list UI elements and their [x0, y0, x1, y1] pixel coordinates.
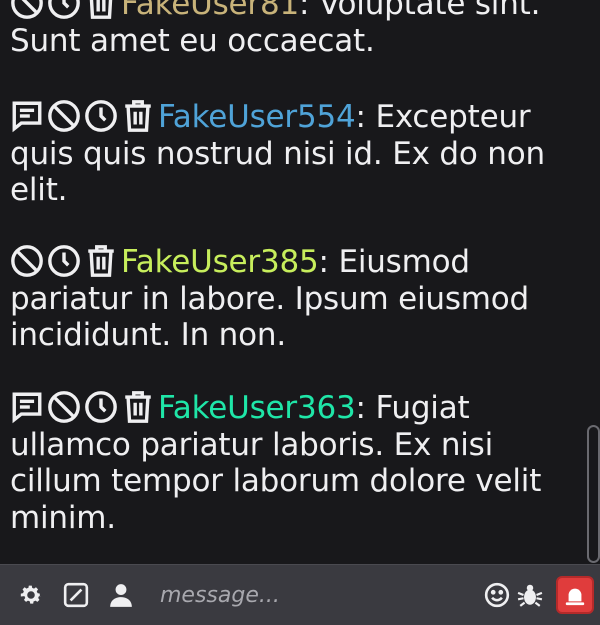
timeout-icon[interactable]: [47, 0, 81, 20]
delete-icon[interactable]: [84, 0, 118, 20]
chat-username[interactable]: FakeUser385: [121, 244, 319, 280]
timeout-icon[interactable]: [47, 244, 81, 278]
alert-button[interactable]: [556, 576, 594, 614]
scrollbar[interactable]: [587, 425, 600, 563]
chat-input-bar: [0, 564, 600, 625]
ban-icon[interactable]: [47, 99, 81, 133]
settings-icon[interactable]: [18, 582, 44, 608]
reply-icon[interactable]: [10, 390, 44, 424]
chat-username[interactable]: FakeUser363: [158, 390, 356, 426]
alert-icon: [565, 588, 585, 606]
chat-message: FakeUser363: Fugiat ullamco pariatur lab…: [10, 390, 542, 536]
chat-message: FakeUser385: Eiusmod pariatur in labore.…: [10, 244, 530, 353]
delete-icon[interactable]: [84, 244, 118, 278]
chat-username[interactable]: FakeUser81: [121, 0, 299, 22]
emoji-icon[interactable]: [484, 582, 510, 608]
chat-message: FakeUser554: Excepteur quis quis nostrud…: [10, 99, 545, 208]
chat-log: FakeUser81: Voluptate sint. Sunt amet eu…: [0, 0, 600, 564]
chat-message: FakeUser81: Voluptate sint. Sunt amet eu…: [10, 0, 580, 59]
edit-icon[interactable]: [63, 582, 89, 608]
ban-icon[interactable]: [47, 390, 81, 424]
timeout-icon[interactable]: [84, 390, 118, 424]
delete-icon[interactable]: [121, 99, 155, 133]
ban-icon[interactable]: [10, 244, 44, 278]
delete-icon[interactable]: [121, 390, 155, 424]
message-input[interactable]: [152, 575, 488, 615]
ban-icon[interactable]: [10, 0, 44, 20]
chat-username[interactable]: FakeUser554: [158, 99, 356, 135]
user-icon[interactable]: [108, 582, 134, 608]
bug-icon[interactable]: [517, 582, 543, 608]
reply-icon[interactable]: [10, 99, 44, 133]
timeout-icon[interactable]: [84, 99, 118, 133]
